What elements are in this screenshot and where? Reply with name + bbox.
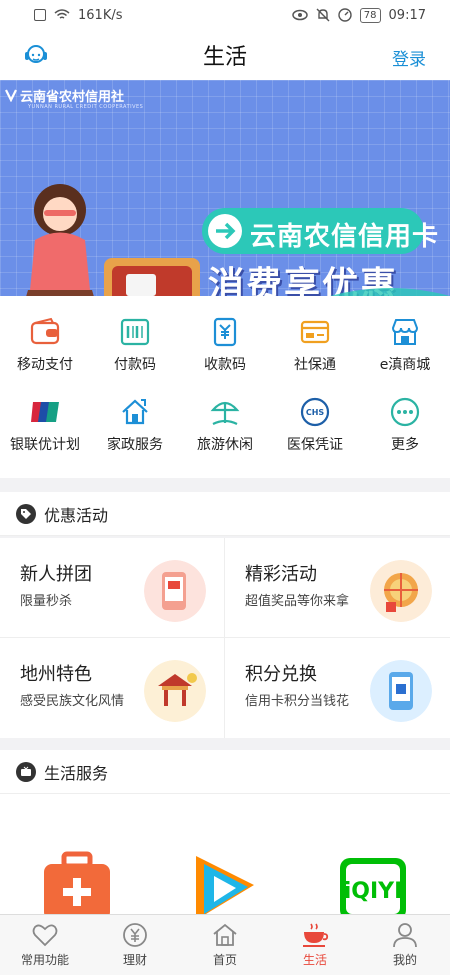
tab-wealth[interactable]: 理财 bbox=[90, 915, 180, 975]
phone-shopping-icon bbox=[144, 560, 206, 622]
status-bar: 161K/s 78 09:17 bbox=[0, 0, 450, 30]
speedometer-icon bbox=[338, 8, 352, 22]
svg-text:iQIYI: iQIYI bbox=[344, 879, 403, 904]
heart-icon bbox=[32, 924, 58, 947]
function-menu: 移动支付 付款码 收款码 社保通 e滇商城 银联优计划 家政服务 旅游休闲 CH… bbox=[0, 296, 450, 478]
menu-item-label: 银联优计划 bbox=[10, 437, 80, 453]
menu-item-label: e滇商城 bbox=[379, 357, 431, 373]
customer-service-icon[interactable] bbox=[22, 41, 50, 69]
sim-alert-icon bbox=[34, 9, 46, 21]
battery-level: 78 bbox=[359, 7, 381, 23]
page-title: 生活 bbox=[202, 45, 247, 70]
clock: 09:17 bbox=[388, 7, 426, 23]
prize-wheel-icon bbox=[370, 560, 432, 622]
credit-card-name: 云南农信信用卡 bbox=[250, 222, 440, 252]
menu-item-mobile-pay[interactable]: 移动支付 bbox=[0, 296, 90, 374]
girl-illustration bbox=[26, 184, 200, 296]
tab-label: 首页 bbox=[212, 953, 237, 967]
tab-life[interactable]: 生活 bbox=[270, 915, 360, 975]
menu-item-label: 收款码 bbox=[204, 357, 246, 373]
promo-subtitle: 信用卡积分当钱花 bbox=[245, 694, 350, 709]
menu-item-housekeeping[interactable]: 家政服务 bbox=[90, 376, 180, 454]
network-speed: 161K/s bbox=[78, 7, 123, 23]
tag-icon bbox=[16, 503, 36, 524]
unionpay-icon bbox=[31, 402, 59, 422]
menu-item-label: 社保通 bbox=[294, 357, 336, 373]
promo-subtitle: 感受民族文化风情 bbox=[20, 694, 125, 709]
promo-banner[interactable]: 云南省农村信用社 YUNNAN RURAL CREDIT COOPERATIVE… bbox=[0, 80, 450, 296]
promo-subtitle: 超值奖品等你来拿 bbox=[245, 594, 350, 609]
yuan-coin-icon bbox=[123, 923, 147, 947]
promo-title: 精彩活动 bbox=[245, 564, 317, 585]
menu-item-medical-insurance[interactable]: CHS 医保凭证 bbox=[270, 376, 360, 454]
life-services-grid: iQIYI bbox=[0, 794, 450, 920]
receive-money-icon bbox=[213, 317, 237, 347]
menu-item-travel[interactable]: 旅游休闲 bbox=[180, 376, 270, 454]
menu-item-label: 医保凭证 bbox=[287, 437, 343, 453]
tab-label: 理财 bbox=[122, 953, 147, 967]
menu-item-payment-code[interactable]: 付款码 bbox=[90, 296, 180, 374]
menu-item-label: 移动支付 bbox=[17, 357, 73, 373]
promo-card-points-exchange[interactable]: 积分兑换 信用卡积分当钱花 bbox=[225, 638, 450, 738]
umbrella-beach-icon bbox=[210, 401, 240, 425]
tab-profile[interactable]: 我的 bbox=[360, 915, 450, 975]
eye-icon bbox=[292, 9, 308, 21]
tv-icon bbox=[16, 761, 36, 782]
menu-item-e-mall[interactable]: e滇商城 bbox=[360, 296, 450, 374]
social-security-card-icon bbox=[300, 320, 330, 344]
promo-title: 积分兑换 bbox=[245, 664, 317, 685]
promo-title: 地州特色 bbox=[20, 664, 92, 685]
pavilion-icon bbox=[144, 660, 206, 722]
menu-item-more[interactable]: 更多 bbox=[360, 376, 450, 454]
user-icon bbox=[393, 923, 417, 948]
promotions-grid: 新人拼团 限量秒杀 精彩活动 超值奖品等你来拿 地州特色 感受民族文化风情 积分… bbox=[0, 538, 450, 738]
tab-label: 常用功能 bbox=[20, 953, 69, 967]
promo-card-events[interactable]: 精彩活动 超值奖品等你来拿 bbox=[225, 538, 450, 638]
promotions-section-header: 优惠活动 bbox=[0, 492, 450, 536]
menu-item-label: 付款码 bbox=[114, 357, 156, 373]
menu-item-social-security[interactable]: 社保通 bbox=[270, 296, 360, 374]
tab-label: 生活 bbox=[302, 953, 327, 967]
tab-favorites[interactable]: 常用功能 bbox=[0, 915, 90, 975]
wifi-icon bbox=[54, 9, 70, 19]
wallet-icon bbox=[30, 317, 60, 345]
bank-logo-icon bbox=[5, 89, 17, 102]
barcode-icon bbox=[120, 318, 150, 346]
app-header: 生活 登录 bbox=[0, 30, 450, 80]
video-play-icon[interactable] bbox=[190, 850, 260, 920]
medical-insurance-icon: CHS bbox=[300, 397, 330, 427]
menu-item-label: 家政服务 bbox=[107, 437, 163, 453]
store-icon bbox=[391, 319, 419, 345]
promo-card-newcomer-group[interactable]: 新人拼团 限量秒杀 bbox=[0, 538, 225, 638]
menu-item-receive-code[interactable]: 收款码 bbox=[180, 296, 270, 374]
svg-text:CHS: CHS bbox=[306, 408, 325, 417]
iqiyi-logo-icon[interactable]: iQIYI bbox=[338, 850, 408, 920]
promo-subtitle: 限量秒杀 bbox=[20, 594, 73, 609]
first-aid-kit-icon[interactable] bbox=[42, 850, 112, 920]
housekeeping-icon bbox=[122, 399, 148, 425]
promo-card-local-specialties[interactable]: 地州特色 感受民族文化风情 bbox=[0, 638, 225, 738]
tab-home[interactable]: 首页 bbox=[180, 915, 270, 975]
menu-item-label: 更多 bbox=[391, 437, 419, 453]
home-icon bbox=[213, 923, 237, 946]
points-exchange-icon bbox=[370, 660, 432, 722]
more-icon bbox=[390, 397, 420, 427]
section-title: 优惠活动 bbox=[44, 505, 109, 525]
life-services-section-header: 生活服务 bbox=[0, 750, 450, 794]
menu-item-unionpay-plan[interactable]: 银联优计划 bbox=[0, 376, 90, 454]
leaf-decoration bbox=[330, 288, 450, 296]
section-title: 生活服务 bbox=[44, 763, 109, 783]
menu-item-label: 旅游休闲 bbox=[197, 437, 253, 453]
bank-name-en: YUNNAN RURAL CREDIT COOPERATIVES bbox=[28, 104, 144, 110]
bank-name: 云南省农村信用社 bbox=[20, 90, 125, 105]
login-button[interactable]: 登录 bbox=[392, 45, 426, 70]
promo-title: 新人拼团 bbox=[20, 564, 92, 585]
bottom-tab-bar: 常用功能 理财 首页 生活 我的 bbox=[0, 914, 450, 975]
mute-icon bbox=[316, 8, 330, 22]
tab-label: 我的 bbox=[392, 953, 417, 967]
coffee-cup-icon bbox=[303, 923, 329, 947]
